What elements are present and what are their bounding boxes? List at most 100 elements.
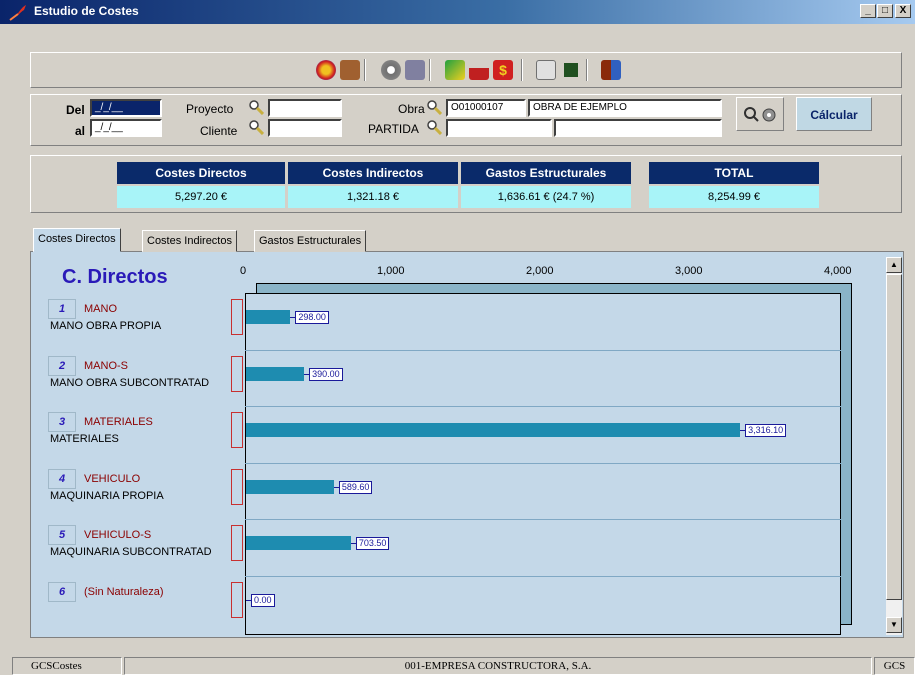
exit-door-icon[interactable] <box>601 60 621 80</box>
report-icon[interactable] <box>536 60 556 80</box>
x-tick-label: 2,000 <box>526 265 554 277</box>
bar <box>246 423 741 437</box>
bar <box>246 536 351 550</box>
row-number: 5 <box>48 525 76 545</box>
data-label: 589.60 <box>338 480 373 494</box>
cliente-field[interactable] <box>268 119 342 137</box>
row-marker <box>231 581 243 618</box>
row-divider <box>245 406 841 407</box>
search-gear-icon <box>744 107 776 122</box>
proyecto-field[interactable] <box>268 99 342 117</box>
search-settings-button[interactable] <box>736 97 784 131</box>
al-label: al <box>75 124 86 138</box>
total-value: 8,254.99 € <box>649 186 819 208</box>
row-marker <box>231 468 243 505</box>
costes-indirectos-header: Costes Indirectos <box>288 162 458 184</box>
row-code: VEHICULO-S <box>84 529 152 541</box>
row-description: MAQUINARIA PROPIA <box>50 489 164 502</box>
book-icon[interactable] <box>561 60 581 80</box>
x-tick-label: 4,000 <box>824 265 852 277</box>
obra-name-field[interactable]: OBRA DE EJEMPLO <box>528 99 722 117</box>
calcular-button[interactable]: Cálcular <box>796 97 872 131</box>
obra-label: Obra <box>398 102 425 116</box>
app-logo-icon <box>9 5 26 21</box>
row-code: VEHICULO <box>84 472 141 485</box>
tab-costes-indirectos[interactable]: Costes Indirectos <box>142 230 237 252</box>
tab-costes-directos[interactable]: Costes Directos <box>33 228 121 252</box>
gastos-estructurales-value: 1,636.61 € (24.7 %) <box>461 186 631 208</box>
costes-directos-header: Costes Directos <box>117 162 285 184</box>
data-label: 390.00 <box>309 367 343 381</box>
close-button[interactable]: X <box>895 4 911 18</box>
total-header: TOTAL <box>649 162 819 184</box>
minimize-button[interactable]: _ <box>860 4 876 18</box>
window-title: Estudio de Costes <box>34 4 139 18</box>
date-to-field[interactable]: _/_/__ <box>90 119 162 137</box>
row-description: MATERIALES <box>50 433 119 445</box>
search-partida-icon[interactable] <box>426 119 442 135</box>
factory-icon[interactable] <box>469 60 489 80</box>
row-code: MANO-S <box>84 359 128 372</box>
plot-area <box>245 293 841 635</box>
row-code: (Sin Naturaleza) <box>84 585 164 598</box>
status-right: GCS <box>874 657 915 675</box>
status-company: 001-EMPRESA CONSTRUCTORA, S.A. <box>124 657 872 675</box>
gear-icon[interactable] <box>381 60 401 80</box>
scroll-thumb[interactable] <box>886 274 902 600</box>
search-proyecto-icon[interactable] <box>248 99 264 115</box>
status-module: GCSCostes <box>12 657 122 675</box>
pie-chart-icon[interactable] <box>316 60 336 80</box>
search-obra-icon[interactable] <box>426 99 442 115</box>
row-divider <box>245 575 841 577</box>
row-marker <box>231 412 243 448</box>
search-cliente-icon[interactable] <box>248 119 264 135</box>
scroll-up-icon[interactable]: ▲ <box>886 257 902 273</box>
x-tick-label: 0 <box>240 265 247 277</box>
maximize-button[interactable]: □ <box>877 4 893 18</box>
data-label: 3,316.10 <box>745 424 787 437</box>
x-tick-label: 3,000 <box>675 265 703 277</box>
bar <box>246 366 305 381</box>
row-divider <box>245 519 841 520</box>
obra-code-field[interactable]: O01000107 <box>446 99 526 117</box>
x-tick-label: 1,000 <box>377 265 405 277</box>
partida-code-field[interactable] <box>446 119 552 137</box>
row-marker <box>231 299 243 335</box>
data-label: 703.50 <box>355 537 390 550</box>
gastos-estructurales-header: Gastos Estructurales <box>461 162 631 184</box>
bar <box>246 479 334 494</box>
proyecto-label: Proyecto <box>186 102 234 116</box>
cliente-label: Cliente <box>200 124 238 138</box>
del-label: Del <box>66 103 85 117</box>
partida-name-field[interactable] <box>554 119 722 137</box>
row-number: 2 <box>48 355 76 376</box>
row-divider <box>245 462 841 464</box>
date-from-field[interactable]: _/_/__ <box>90 99 162 117</box>
box-icon[interactable] <box>340 60 360 80</box>
row-divider <box>245 349 841 351</box>
partida-label: PARTIDA <box>368 122 419 136</box>
tab-gastos-estructurales[interactable]: Gastos Estructurales <box>254 230 367 252</box>
row-number: 3 <box>48 412 76 432</box>
scroll-down-icon[interactable]: ▼ <box>886 617 902 633</box>
row-description: MANO OBRA PROPIA <box>50 320 162 332</box>
data-label: 0.00 <box>251 593 275 607</box>
row-code: MATERIALES <box>84 416 153 428</box>
data-label: 298.00 <box>295 311 329 324</box>
row-number: 4 <box>48 468 76 489</box>
row-marker <box>231 355 243 392</box>
bar <box>246 310 291 324</box>
gear-document-icon[interactable] <box>405 60 425 80</box>
costes-indirectos-value: 1,321.18 € <box>288 186 458 208</box>
chart-arrow-icon[interactable] <box>445 60 465 80</box>
row-description: MANO OBRA SUBCONTRATAD <box>50 376 210 389</box>
toolbar: $ <box>30 52 902 88</box>
row-number: 1 <box>48 299 76 319</box>
dollar-icon[interactable]: $ <box>493 60 513 80</box>
row-code: MANO <box>84 303 117 315</box>
row-marker <box>231 525 243 561</box>
row-description: MAQUINARIA SUBCONTRATAD <box>50 546 212 558</box>
row-number: 6 <box>48 581 76 602</box>
chart-title: C. Directos <box>62 266 168 288</box>
costes-directos-value: 5,297.20 € <box>117 186 285 208</box>
